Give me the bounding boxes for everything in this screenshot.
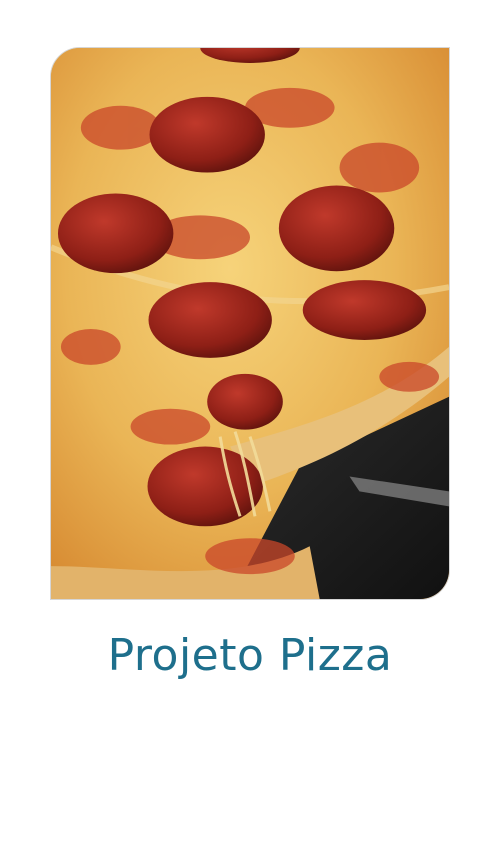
page-title: Projeto Pizza	[107, 630, 393, 681]
pizza-photo	[51, 48, 449, 599]
pizza-photo-card	[50, 47, 450, 600]
